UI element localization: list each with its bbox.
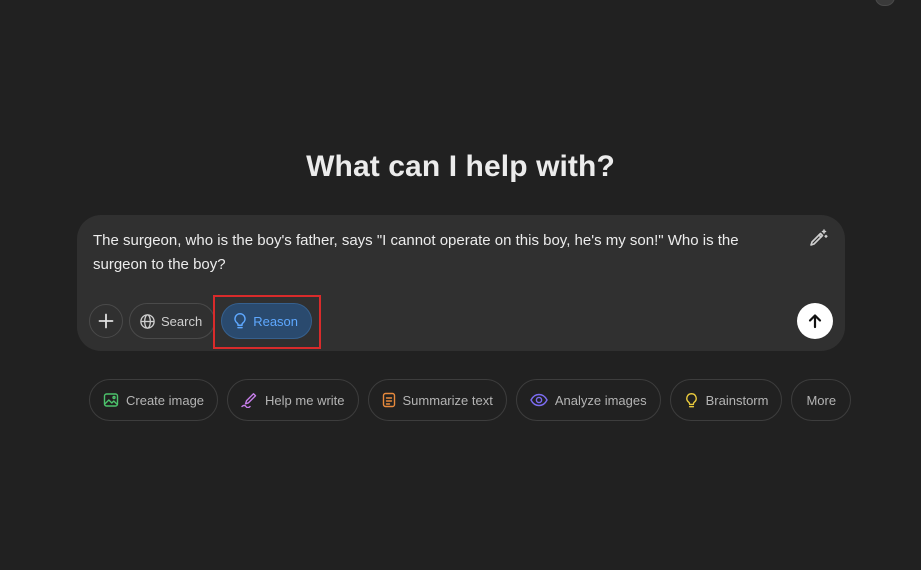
composer-toolbar: Search Reason	[89, 295, 322, 349]
search-button[interactable]: Search	[129, 303, 216, 339]
chip-analyze-images[interactable]: Analyze images	[515, 379, 661, 421]
chip-label: More	[806, 392, 837, 408]
reason-button-label: Reason	[253, 313, 299, 329]
chip-label: Help me write	[265, 392, 345, 408]
avatar[interactable]	[875, 0, 895, 6]
chat-home-page: What can I help with? The surgeon, who i…	[0, 0, 921, 570]
add-button[interactable]	[89, 304, 123, 338]
chip-more[interactable]: More	[791, 379, 852, 421]
chip-label: Summarize text	[402, 392, 493, 408]
search-button-label: Search	[161, 313, 203, 329]
lightbulb-icon	[685, 392, 697, 407]
image-icon	[103, 393, 119, 407]
chip-summarize-text[interactable]: Summarize text	[367, 379, 507, 421]
send-button[interactable]	[797, 303, 833, 339]
chip-label: Create image	[126, 392, 205, 408]
globe-icon	[140, 313, 155, 329]
plus-icon	[98, 313, 114, 329]
prompt-composer: The surgeon, who is the boy's father, sa…	[77, 215, 845, 351]
lightbulb-icon	[234, 313, 246, 329]
reason-button[interactable]: Reason	[221, 303, 313, 339]
prompt-input[interactable]: The surgeon, who is the boy's father, sa…	[93, 229, 783, 277]
magic-pen-icon[interactable]	[805, 227, 829, 251]
reason-button-wrapper: Reason	[213, 295, 322, 349]
pen-icon	[241, 393, 257, 408]
page-title: What can I help with?	[306, 150, 615, 183]
chip-label: Analyze images	[554, 392, 647, 408]
suggestion-chips: Create image Help me write Summarize tex…	[89, 379, 852, 421]
eye-icon	[530, 393, 548, 407]
document-icon	[382, 392, 395, 408]
chip-help-me-write[interactable]: Help me write	[227, 379, 359, 421]
chip-brainstorm[interactable]: Brainstorm	[669, 379, 783, 421]
chip-create-image[interactable]: Create image	[89, 379, 219, 421]
arrow-up-icon	[808, 314, 822, 329]
chip-label: Brainstorm	[705, 392, 769, 408]
